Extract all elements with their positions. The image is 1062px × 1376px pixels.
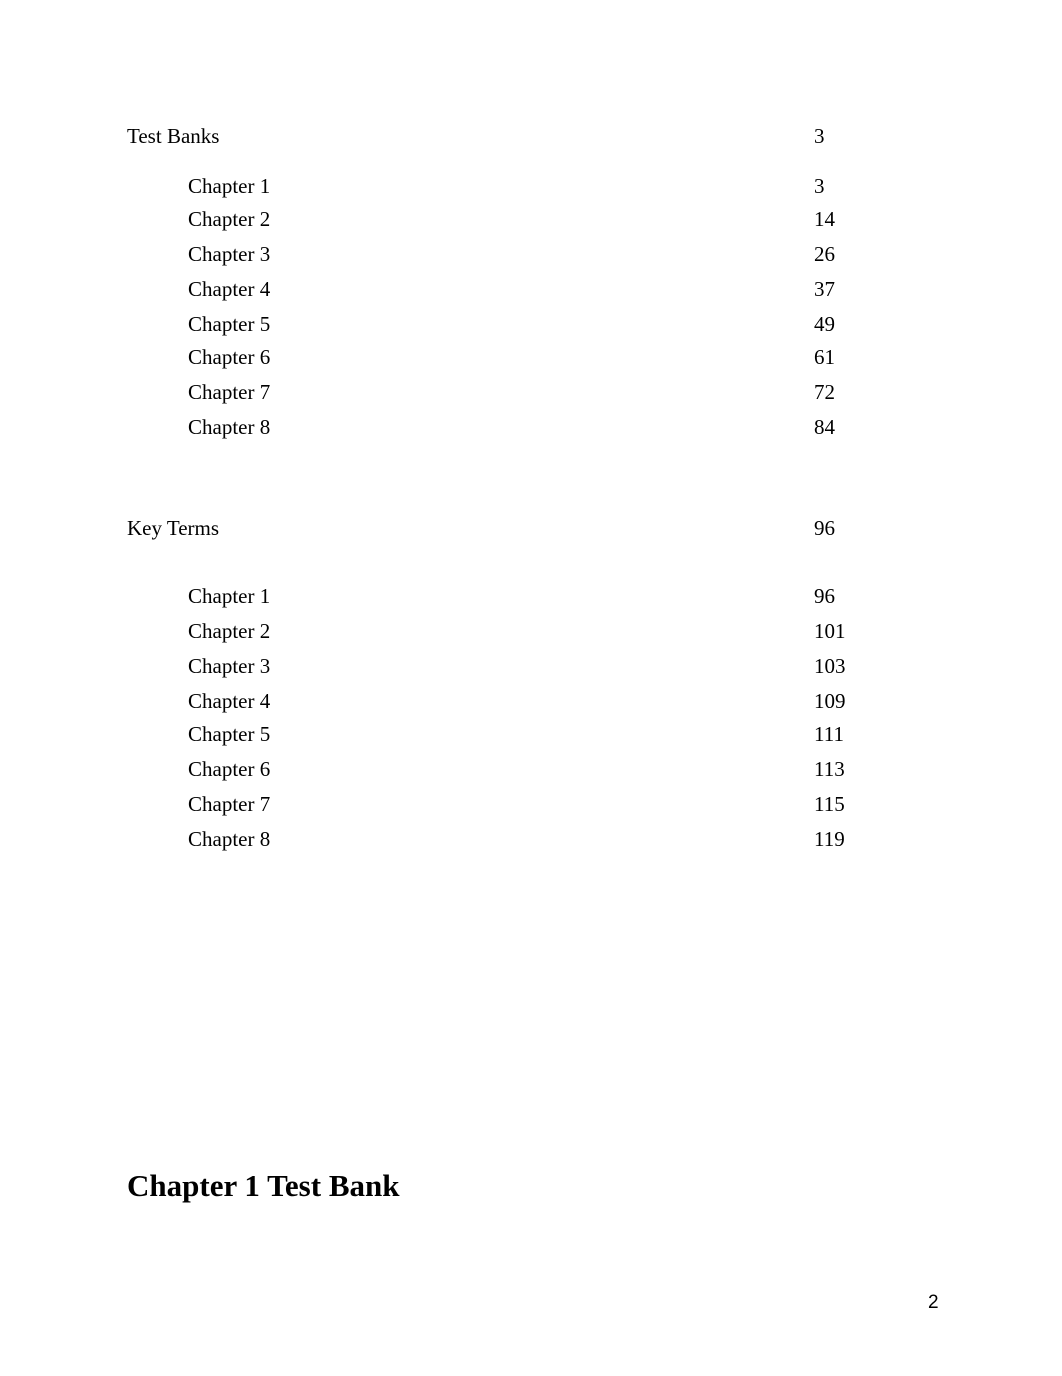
toc-entry-page: 109 <box>814 689 846 713</box>
toc-entry-page: 113 <box>814 757 845 781</box>
toc-section-page: 96 <box>814 516 835 540</box>
toc-entry-page: 96 <box>814 584 835 608</box>
toc-section-title: Key Terms <box>127 516 220 540</box>
toc-entry-label: Chapter 5 <box>188 312 271 336</box>
toc-entry-page: 103 <box>814 654 846 678</box>
toc-entry-page: 101 <box>814 619 846 643</box>
toc-entry-label: Chapter 7 <box>188 380 271 404</box>
toc-entry-page: 111 <box>814 722 844 746</box>
toc-entry-label: Chapter 7 <box>188 792 271 816</box>
toc-entry-page: 49 <box>814 312 835 336</box>
toc-section-title: Test Banks <box>127 124 220 148</box>
toc-entry-page: 26 <box>814 242 835 266</box>
toc-entry-label: Chapter 1 <box>188 174 271 198</box>
toc-entry-page: 61 <box>814 345 835 369</box>
toc-entry-label: Chapter 2 <box>188 207 271 231</box>
toc-entry-page: 72 <box>814 380 835 404</box>
toc-entry-label: Chapter 8 <box>188 827 271 851</box>
toc-entry-label: Chapter 3 <box>188 654 271 678</box>
toc-entry-page: 119 <box>814 827 845 851</box>
toc-entry-label: Chapter 1 <box>188 584 271 608</box>
toc-entry-label: Chapter 6 <box>188 757 271 781</box>
toc-entry-page: 37 <box>814 277 835 301</box>
toc-entry-label: Chapter 4 <box>188 689 271 713</box>
toc-entry-label: Chapter 4 <box>188 277 271 301</box>
toc-section-page: 3 <box>814 124 825 148</box>
toc-entry-label: Chapter 8 <box>188 415 271 439</box>
toc-entry-label: Chapter 6 <box>188 345 271 369</box>
toc-entry-page: 14 <box>814 207 835 231</box>
page-number: 2 <box>928 1292 939 1313</box>
toc-entry-page: 84 <box>814 415 835 439</box>
toc-entry-page: 3 <box>814 174 825 198</box>
document-page: Test Banks 3 Chapter 1 3 Chapter 2 14 Ch… <box>0 0 1062 1376</box>
toc-entry-page: 115 <box>814 792 845 816</box>
toc-entry-label: Chapter 2 <box>188 619 271 643</box>
toc-entry-label: Chapter 3 <box>188 242 271 266</box>
toc-entry-label: Chapter 5 <box>188 722 271 746</box>
chapter-heading: Chapter 1 Test Bank <box>127 1168 400 1203</box>
